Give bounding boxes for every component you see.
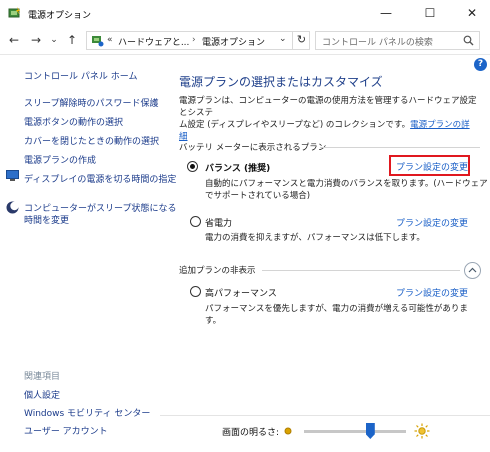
forward-arrow-icon[interactable]: → xyxy=(28,32,44,48)
page-description: 電源プランは、コンピューターの電源の使用方法を管理するハードウェア設定とシステ … xyxy=(179,95,479,143)
plan-power-saver-description: 電力の消費を抑えますが、パフォーマンスは低下します。 xyxy=(205,233,425,243)
navigation-bar: ← → ⌄ ↑ « ハードウェアと... › 電源オプション ⌄ ↻ コントロー… xyxy=(0,28,490,52)
power-plan-details-link[interactable]: 電源プランの詳 xyxy=(410,120,470,130)
address-bar[interactable]: « ハードウェアと... › 電源オプション ⌄ xyxy=(86,31,310,50)
close-button[interactable]: ✕ xyxy=(450,0,490,28)
plan-high-performance-settings-link[interactable]: プラン設定の変更 xyxy=(396,286,468,299)
control-panel-icon xyxy=(92,36,104,47)
maximize-button[interactable]: ☐ xyxy=(408,0,452,28)
back-arrow-icon[interactable]: ← xyxy=(6,32,22,48)
brightness-high-icon xyxy=(414,423,430,439)
brightness-slider-track[interactable] xyxy=(304,430,406,433)
sleep-moon-icon xyxy=(6,201,19,214)
plan-balanced-description: 自動的にパフォーマンスと電力消費のバランスを取ります。(ハードウェア でサポート… xyxy=(205,179,488,201)
related-heading: 関連項目 xyxy=(24,372,61,382)
plan-high-performance-radio[interactable] xyxy=(190,286,201,297)
power-options-icon xyxy=(8,7,20,18)
related-link-mobility[interactable]: Windows モビリティ センター xyxy=(24,406,150,419)
sidebar-home-link[interactable]: コントロール パネル ホーム xyxy=(24,69,137,82)
related-link-user-accounts[interactable]: ユーザー アカウント xyxy=(24,424,108,437)
display-icon xyxy=(6,170,19,181)
plan-balanced-name[interactable]: バランス (推奨) xyxy=(205,161,270,174)
description-line-1: 電源プランは、コンピューターの電源の使用方法を管理するハードウェア設定とシステ xyxy=(179,96,477,118)
plan-balanced-radio[interactable] xyxy=(187,161,198,172)
search-placeholder: コントロール パネルの検索 xyxy=(322,38,433,48)
toolbar-divider xyxy=(0,54,490,55)
chevron-up-icon[interactable] xyxy=(464,262,481,279)
search-input[interactable]: コントロール パネルの検索 xyxy=(315,31,480,50)
title-bar: 電源オプション — ☐ ✕ xyxy=(0,0,490,28)
plan-high-performance-name[interactable]: 高パフォーマンス xyxy=(205,286,277,299)
minimize-button[interactable]: — xyxy=(364,0,408,28)
plan-power-saver-radio[interactable] xyxy=(190,216,201,227)
brightness-label: 画面の明るさ: xyxy=(222,428,280,438)
breadcrumb-power-options[interactable]: 電源オプション xyxy=(202,35,265,48)
sidebar-link-display-off[interactable]: ディスプレイの電源を切る時間の指定 xyxy=(24,172,176,185)
sidebar-link-sleep-2[interactable]: 時間を変更 xyxy=(24,213,69,226)
additional-plans-label[interactable]: 追加プランの非表示 xyxy=(179,264,256,276)
sidebar-link-create-plan[interactable]: 電源プランの作成 xyxy=(24,153,96,166)
refresh-icon[interactable]: ↻ xyxy=(292,31,310,50)
recent-locations-chevron-icon[interactable]: ⌄ xyxy=(46,32,62,48)
window-title: 電源オプション xyxy=(28,11,92,21)
address-dropdown-icon[interactable]: ⌄ xyxy=(279,34,287,44)
plan-power-saver-name[interactable]: 省電力 xyxy=(205,216,232,229)
related-link-personalize[interactable]: 個人設定 xyxy=(24,388,60,401)
help-icon[interactable]: ? xyxy=(474,58,487,71)
sidebar-link-lid[interactable]: カバーを閉じたときの動作の選択 xyxy=(24,134,159,147)
sidebar-link-power-button[interactable]: 電源ボタンの動作の選択 xyxy=(24,115,123,128)
search-icon xyxy=(463,35,474,46)
brightness-low-icon xyxy=(284,427,292,435)
breadcrumb-separator[interactable]: › xyxy=(192,35,196,45)
breadcrumb-hardware[interactable]: ハードウェアと... xyxy=(118,35,189,48)
brightness-bar xyxy=(160,415,490,452)
page-title: 電源プランの選択またはカスタマイズ xyxy=(179,75,383,89)
sidebar-link-password[interactable]: スリープ解除時のパスワード保護 xyxy=(24,96,158,109)
plan-power-saver-settings-link[interactable]: プラン設定の変更 xyxy=(396,216,468,229)
up-arrow-icon[interactable]: ↑ xyxy=(64,32,80,48)
breadcrumb-overflow[interactable]: « xyxy=(107,35,113,45)
description-line-2: ム設定 (ディスプレイやスリープなど) のコレクションです。 xyxy=(179,120,411,130)
plan-high-performance-description: パフォーマンスを優先しますが、電力の消費が増える可能性がありま す。 xyxy=(205,304,468,326)
battery-plans-group-label: バッテリ メーターに表示されるプラン xyxy=(179,143,327,153)
highlight-annotation xyxy=(389,155,470,176)
additional-divider xyxy=(262,270,460,271)
group-divider xyxy=(320,147,480,148)
